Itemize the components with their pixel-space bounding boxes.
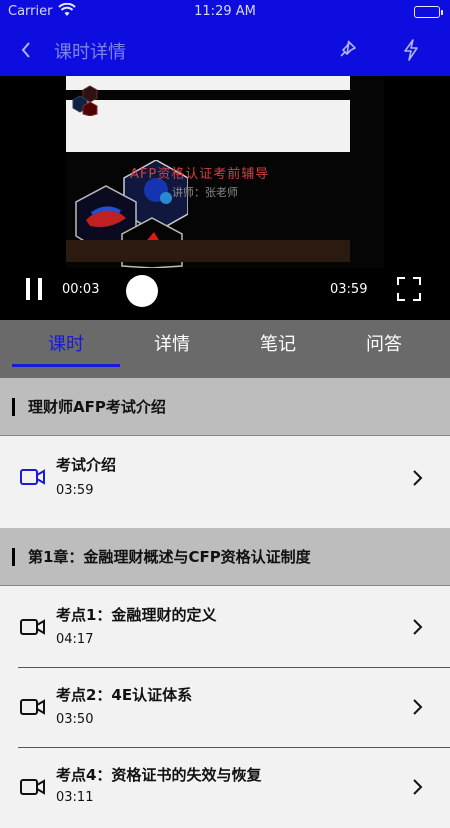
chevron-right-icon	[410, 466, 426, 490]
lesson-row[interactable]: 考点2：4E认证体系 03:50	[0, 668, 450, 748]
tab-indicator	[12, 364, 120, 367]
video-camera-icon	[20, 778, 46, 796]
chevron-right-icon	[410, 695, 426, 719]
tab-lessons[interactable]: 课时	[26, 330, 106, 360]
tab-qa[interactable]: 问答	[344, 330, 424, 360]
video-camera-icon	[20, 468, 46, 486]
lesson-row[interactable]: 考点1：金融理财的定义 04:17	[0, 588, 450, 668]
lesson-duration: 03:11	[56, 790, 94, 805]
lesson-row[interactable]: 考点4：资格证书的失效与恢复 03:11	[0, 748, 450, 828]
slide-title: AFP资格认证考前辅导	[130, 167, 270, 182]
lesson-title: 考点4：资格证书的失效与恢复	[56, 766, 262, 784]
lesson-row-playing[interactable]: 考试介绍 03:59	[0, 438, 450, 528]
lesson-duration: 03:50	[56, 712, 94, 727]
total-time: 03:59	[330, 282, 368, 297]
chevron-right-icon	[410, 775, 426, 799]
lesson-duration: 03:59	[56, 483, 94, 498]
video-camera-icon	[20, 698, 46, 716]
seek-slider-knob[interactable]	[126, 275, 158, 307]
status-bar: Carrier 11:29 AM	[0, 0, 450, 24]
tab-details[interactable]: 详情	[132, 330, 212, 360]
current-time: 00:03	[62, 282, 100, 297]
battery-icon	[414, 6, 443, 18]
pause-icon[interactable]	[24, 278, 46, 302]
lesson-title: 考点2：4E认证体系	[56, 686, 193, 704]
video-camera-icon	[20, 618, 46, 636]
section-header: 理财师AFP考试介绍	[0, 378, 450, 436]
back-icon[interactable]	[14, 36, 38, 64]
clock: 11:29 AM	[194, 4, 256, 19]
bolt-icon[interactable]	[400, 38, 422, 62]
slide-subtitle: 讲师：张老师	[172, 186, 238, 199]
tab-notes[interactable]: 笔记	[238, 330, 318, 360]
lesson-title: 考点1：金融理财的定义	[56, 606, 217, 624]
lesson-title: 考试介绍	[56, 456, 117, 474]
fullscreen-icon[interactable]	[396, 276, 422, 302]
lesson-duration: 04:17	[56, 632, 94, 647]
section-title: 第1章：金融理财概述与CFP资格认证制度	[28, 548, 311, 566]
tab-bar: 课时 详情 笔记 问答	[0, 320, 450, 378]
pin-icon[interactable]	[336, 38, 358, 62]
nav-bar: 课时详情	[0, 24, 450, 76]
video-player[interactable]: AFP资格认证考前辅导 讲师：张老师 00:03 03:59	[0, 76, 450, 320]
player-controls: 00:03 03:59	[0, 272, 450, 312]
page-title: 课时详情	[54, 42, 126, 63]
section-title: 理财师AFP考试介绍	[28, 398, 166, 416]
section-header: 第1章：金融理财概述与CFP资格认证制度	[0, 528, 450, 586]
chevron-right-icon	[410, 615, 426, 639]
